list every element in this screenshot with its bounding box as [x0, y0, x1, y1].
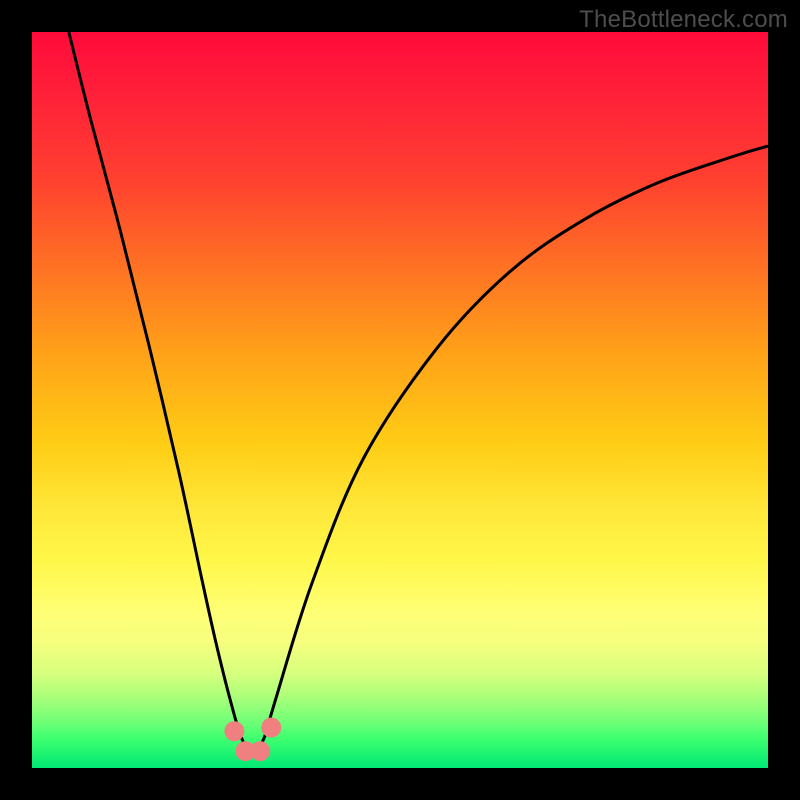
marker-dot-3	[261, 718, 281, 738]
bottleneck-curve-path	[69, 32, 768, 753]
chart-svg	[32, 32, 768, 768]
chart-container: TheBottleneck.com	[0, 0, 800, 800]
marker-dot-0	[224, 721, 244, 741]
marker-group	[224, 718, 281, 762]
plot-area	[32, 32, 768, 768]
marker-dot-2	[250, 741, 270, 761]
watermark-label: TheBottleneck.com	[579, 6, 788, 34]
